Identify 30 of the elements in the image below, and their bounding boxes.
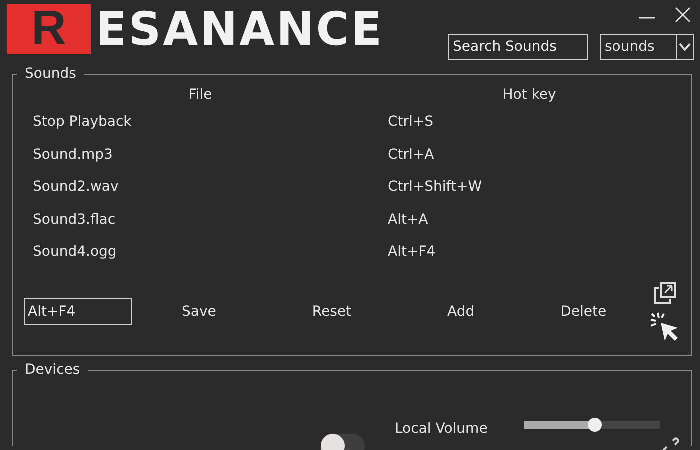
table-cell-text: Ctrl+A xyxy=(388,146,436,164)
table-cell-text: Sound2.wav xyxy=(33,178,120,197)
panel-title: Sounds xyxy=(24,66,78,82)
search-field[interactable]: Search Sounds xyxy=(448,34,588,60)
panel-title: Devices xyxy=(24,362,82,378)
table-cell-text: Stop Playback xyxy=(33,113,133,132)
action-button[interactable]: Add xyxy=(439,300,483,324)
table-cell-text: Sound.mp3 xyxy=(33,146,114,164)
column-header: File xyxy=(188,86,214,105)
logo-text: ESANANCE xyxy=(96,2,384,56)
chevron-down-icon xyxy=(679,42,691,52)
hotkey-field[interactable]: Alt+F4 xyxy=(24,298,132,325)
filter-dropdown[interactable]: sounds xyxy=(600,34,694,60)
action-button[interactable]: Delete xyxy=(552,300,615,324)
click-cursor-icon[interactable] xyxy=(649,310,681,342)
action-button[interactable]: Reset xyxy=(304,300,360,324)
volume-label: Local Volume xyxy=(395,421,488,437)
table-cell-text: Ctrl+Shift+W xyxy=(388,178,484,197)
table-cell-text: Ctrl+S xyxy=(388,113,435,132)
volume-slider[interactable] xyxy=(524,421,660,429)
table-cell-text: Alt+A xyxy=(388,210,430,230)
copy-window-icon[interactable] xyxy=(653,280,677,304)
close-icon[interactable] xyxy=(674,6,692,24)
logo-mark: R xyxy=(7,4,91,54)
column-header: Hot key xyxy=(502,86,558,105)
table-cell-text: Alt+F4 xyxy=(388,243,437,262)
link-icon[interactable] xyxy=(662,437,680,450)
table-cell-text: Sound4.ogg xyxy=(33,243,118,262)
action-button[interactable]: Save xyxy=(174,300,224,324)
table-cell-text: Sound3.flac xyxy=(33,210,117,230)
